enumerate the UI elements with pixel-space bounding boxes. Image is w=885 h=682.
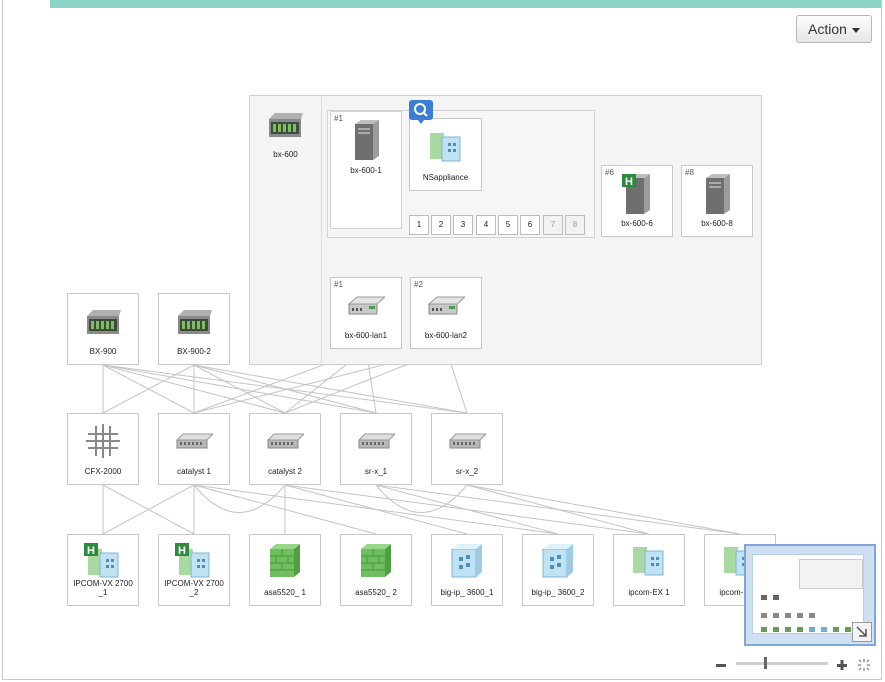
server-tower-icon bbox=[355, 120, 379, 160]
virtual-appliance-h-icon: H bbox=[84, 543, 119, 578]
load-balancer-icon bbox=[542, 544, 573, 578]
minimap-viewport[interactable] bbox=[752, 554, 864, 634]
slot-button[interactable]: 2 bbox=[431, 215, 451, 235]
svg-text:H: H bbox=[87, 545, 95, 557]
firewall-icon bbox=[361, 544, 391, 577]
minimap-collapse-button[interactable] bbox=[852, 622, 872, 642]
appliance-node-asa5520-1[interactable]: asa5520_ 1 bbox=[249, 534, 321, 606]
appliance-label: big-ip_ 3600_1 bbox=[440, 588, 494, 597]
network-switch-icon bbox=[266, 433, 304, 449]
arrow-down-right-icon bbox=[856, 626, 867, 637]
slot-button[interactable]: 3 bbox=[453, 215, 473, 235]
server-node-bx-600-8[interactable]: #8 bx-600-8 bbox=[681, 165, 753, 237]
chassis-server-icon bbox=[178, 310, 212, 334]
network-switch-icon bbox=[175, 433, 213, 449]
slot-button[interactable]: 6 bbox=[520, 215, 540, 235]
server-label: bx-600-6 bbox=[621, 219, 653, 228]
chassis-server-icon bbox=[269, 113, 303, 137]
server-node-bx-900-2[interactable]: BX-900-2 bbox=[158, 293, 230, 365]
chassis-header[interactable]: bx-600 bbox=[249, 95, 322, 365]
slot-button[interactable]: 1 bbox=[409, 215, 429, 235]
switch-module-icon bbox=[347, 296, 385, 315]
fit-to-screen-button[interactable] bbox=[858, 658, 870, 671]
minimap-chassis bbox=[799, 559, 863, 589]
fabric-icon bbox=[86, 424, 120, 458]
switch-node-cfx-2000[interactable]: CFX-2000 bbox=[67, 413, 139, 485]
server-label: BX-900 bbox=[89, 347, 117, 356]
server-node-bx-600-6[interactable]: #6 H bx-600-6 bbox=[601, 165, 673, 237]
lan-label: bx-600-lan2 bbox=[424, 331, 468, 340]
server-index: #8 bbox=[685, 168, 694, 177]
switch-node-sr-x-1[interactable]: sr-x_1 bbox=[340, 413, 412, 485]
zoom-slider[interactable] bbox=[736, 657, 828, 669]
appliance-node-big-ip-2[interactable]: big-ip_ 3600_2 bbox=[522, 534, 594, 606]
switch-label: sr-x_2 bbox=[455, 467, 479, 476]
zoom-slider-thumb[interactable] bbox=[763, 657, 767, 669]
lan-switch-node-1[interactable]: #1 bx-600-lan1 bbox=[330, 277, 402, 349]
switch-node-catalyst-2[interactable]: catalyst 2 bbox=[249, 413, 321, 485]
blade-label: bx-600-1 bbox=[350, 166, 382, 175]
appliance-node-asa5520-2[interactable]: asa5520_ 2 bbox=[340, 534, 412, 606]
slot-button[interactable]: 7 bbox=[543, 215, 563, 235]
appliance-label: ipcom-EX 1 bbox=[628, 588, 670, 597]
switch-label: catalyst 1 bbox=[177, 467, 211, 476]
network-switch-icon bbox=[357, 433, 395, 449]
chassis-label: bx-600 bbox=[273, 150, 298, 159]
search-badge[interactable] bbox=[409, 100, 433, 124]
lan-index: #2 bbox=[414, 280, 423, 289]
switch-label: CFX-2000 bbox=[84, 467, 122, 476]
server-node-bx-900[interactable]: BX-900 bbox=[67, 293, 139, 365]
fit-screen-icon bbox=[858, 659, 870, 671]
blade-node[interactable]: #1 bx-600-1 bbox=[330, 111, 402, 229]
load-balancer-icon bbox=[451, 544, 482, 578]
slot-button[interactable]: 5 bbox=[498, 215, 518, 235]
appliance-label: big-ip_ 3600_2 bbox=[531, 588, 585, 597]
server-label: BX-900-2 bbox=[177, 347, 211, 356]
chassis-server-icon bbox=[87, 310, 121, 334]
virtual-appliance-h-icon: H bbox=[175, 543, 210, 578]
network-switch-icon bbox=[448, 433, 486, 449]
topology-canvas[interactable]: Action bx-600 #1 bx-600-1 NSappliance #6… bbox=[2, 0, 882, 680]
switch-node-sr-x-2[interactable]: sr-x_2 bbox=[431, 413, 503, 485]
appliance-label: NSappliance bbox=[422, 173, 469, 182]
svg-text:H: H bbox=[625, 176, 633, 188]
server-tower-h-icon: H bbox=[622, 174, 650, 214]
appliance-node-ipcom-ex-1[interactable]: ipcom-EX 1 bbox=[613, 534, 685, 606]
appliance-node-big-ip-1[interactable]: big-ip_ 3600_1 bbox=[431, 534, 503, 606]
server-tower-icon bbox=[706, 174, 730, 214]
switch-label: sr-x_1 bbox=[364, 467, 388, 476]
appliance-node-ipcom-vx-1[interactable]: H IPCOM-VX 2700_1 bbox=[67, 534, 139, 606]
appliance-label: asa5520_ 1 bbox=[264, 588, 306, 597]
server-label: bx-600-8 bbox=[701, 219, 733, 228]
slot-button[interactable]: 8 bbox=[565, 215, 585, 235]
search-icon bbox=[414, 103, 428, 124]
zoom-out-button[interactable] bbox=[715, 658, 727, 670]
plus-icon bbox=[837, 660, 847, 670]
minimap[interactable] bbox=[744, 544, 876, 646]
appliance-node-nsappliance[interactable]: NSappliance bbox=[409, 118, 482, 191]
zoom-in-button[interactable] bbox=[836, 658, 848, 670]
server-index: #6 bbox=[605, 168, 614, 177]
slot-button[interactable]: 4 bbox=[476, 215, 496, 235]
blade-index: #1 bbox=[334, 114, 343, 123]
lan-index: #1 bbox=[334, 280, 343, 289]
switch-label: catalyst 2 bbox=[268, 467, 302, 476]
lan-switch-node-2[interactable]: #2 bx-600-lan2 bbox=[410, 277, 482, 349]
virtual-appliance-icon bbox=[429, 133, 460, 162]
appliance-label: IPCOM-VX 2700_2 bbox=[164, 579, 224, 597]
switch-node-catalyst-1[interactable]: catalyst 1 bbox=[158, 413, 230, 485]
minus-icon bbox=[716, 664, 726, 667]
firewall-icon bbox=[270, 544, 300, 577]
appliance-node-ipcom-vx-2[interactable]: H IPCOM-VX 2700_2 bbox=[158, 534, 230, 606]
appliance-label: asa5520_ 2 bbox=[355, 588, 397, 597]
svg-text:H: H bbox=[178, 545, 186, 557]
lan-label: bx-600-lan1 bbox=[344, 331, 388, 340]
virtual-appliance-icon bbox=[633, 547, 664, 576]
appliance-label: IPCOM-VX 2700_1 bbox=[73, 579, 133, 597]
switch-module-icon bbox=[427, 296, 465, 315]
